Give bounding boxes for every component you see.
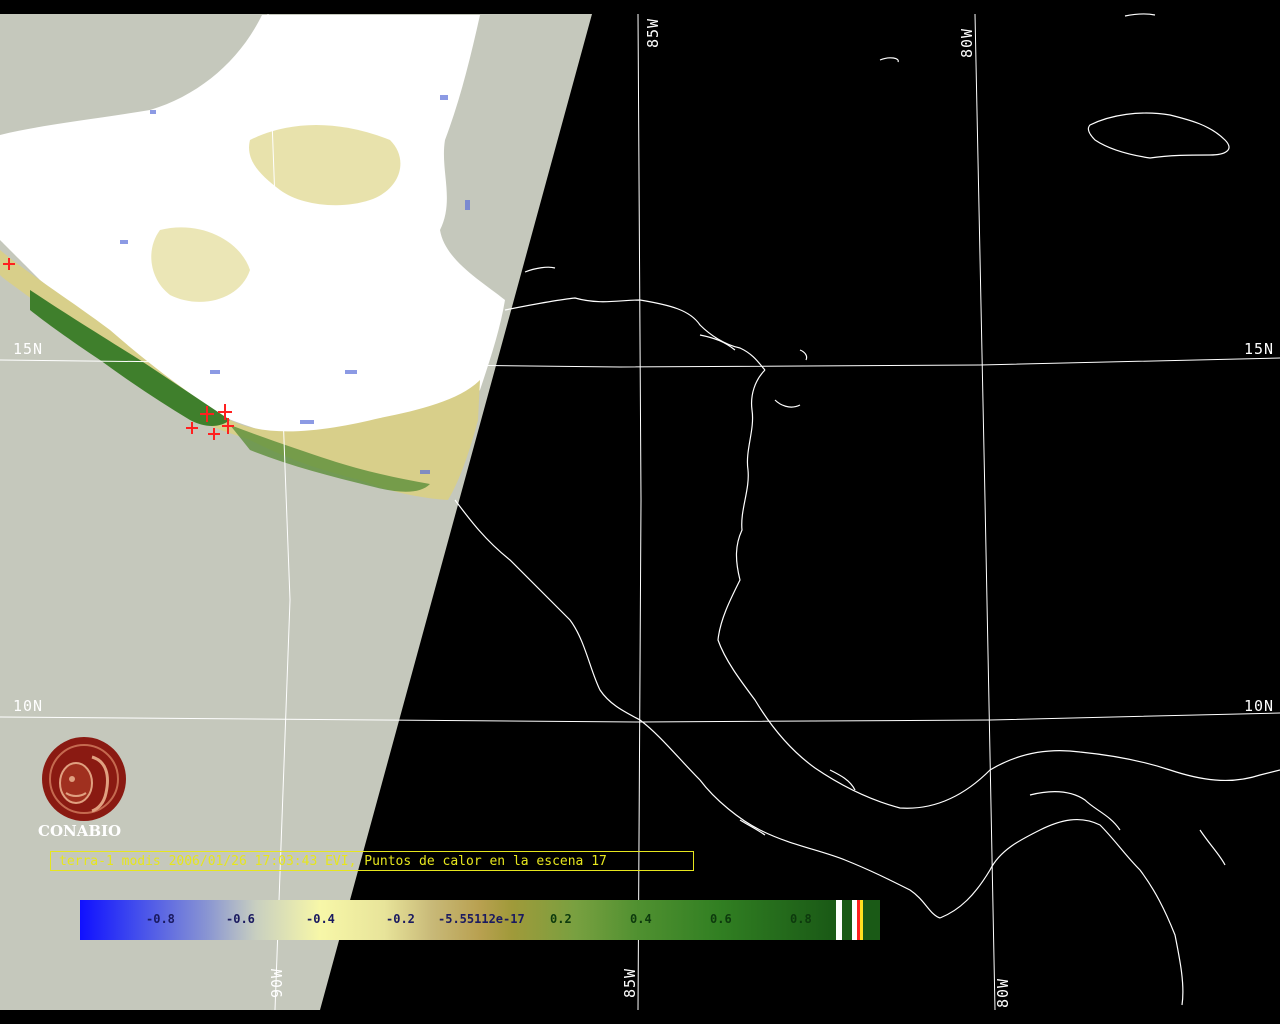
colorbar-tick: 0.4 [630,912,652,926]
lon-label-85w-top: 85W [644,17,662,48]
conabio-wordmark: CONABIO [38,822,122,840]
lat-label-15n-left: 15N [13,340,44,358]
lat-label-10n-left: 10N [13,697,44,715]
colorbar-yellow-swatch [860,900,863,940]
colorbar-tick: -0.6 [226,912,255,926]
lat-label-10n-right: 10N [1244,697,1275,715]
colorbar-tick: -5.55112e-17 [438,912,525,926]
scene-caption: terra-1 modis 2006/01/26 17:03:43 EVI, P… [50,851,694,871]
colorbar-tick: -0.8 [146,912,175,926]
colorbar-tick: -0.2 [386,912,415,926]
lon-label-80w-bottom: 80W [994,977,1012,1008]
colorbar-tick: 0.6 [710,912,732,926]
conabio-logo [42,737,126,821]
lat-label-15n-right: 15N [1244,340,1275,358]
colorbar-tick: -0.4 [306,912,335,926]
lon-label-90w-bottom: 90W [268,967,286,998]
colorbar-tick: 0.2 [550,912,572,926]
colorbar-white-swatch [836,900,842,940]
lon-label-80w-top: 80W [958,27,976,58]
colorbar-tick: 0.8 [790,912,812,926]
lon-label-85w-bottom: 85W [621,967,639,998]
